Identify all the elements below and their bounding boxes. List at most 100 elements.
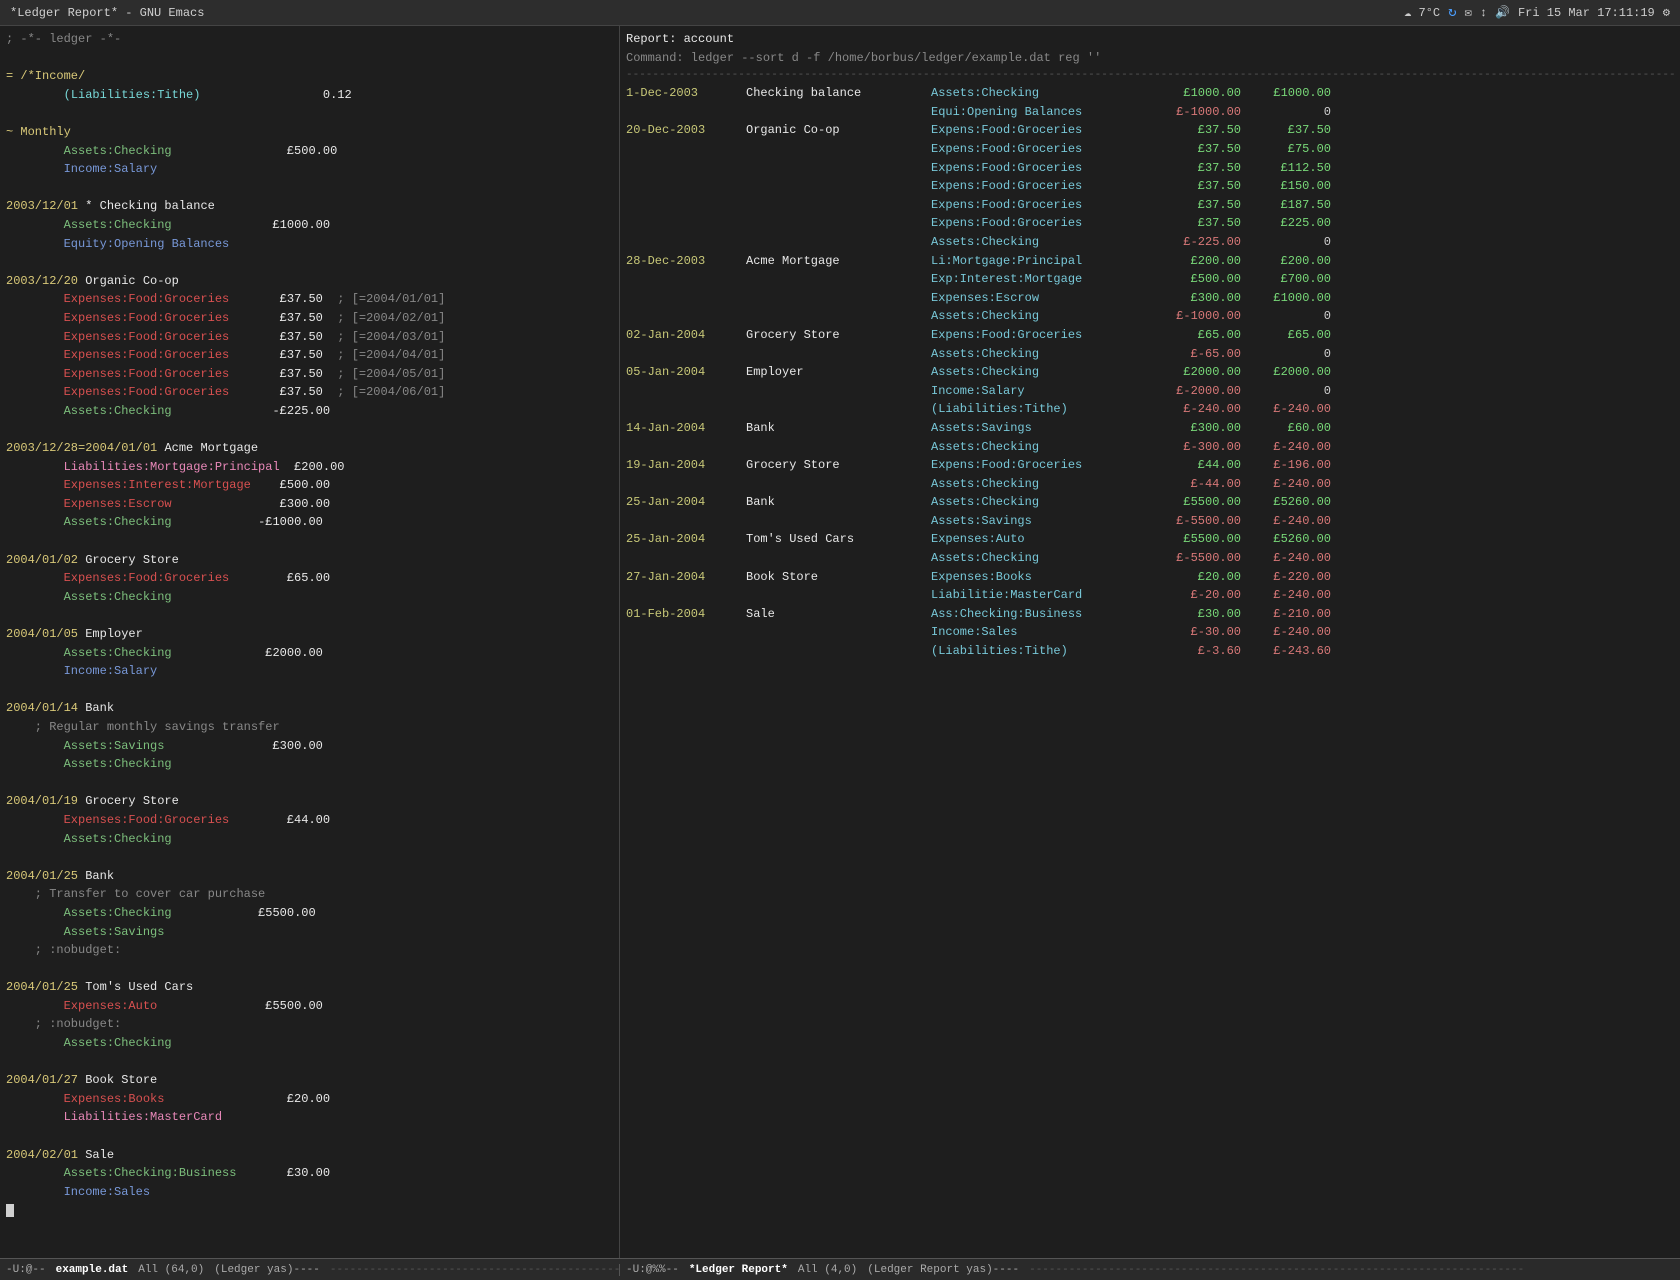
assets-checking-1000: Assets:Checking £1000.00 <box>6 216 613 235</box>
income-salary: Income:Salary <box>6 662 613 681</box>
report-payee <box>746 549 931 568</box>
report-account: Assets:Checking <box>931 363 1151 382</box>
report-total: £1000.00 <box>1241 289 1331 308</box>
report-amount: £-20.00 <box>1151 586 1241 605</box>
report-row: Assets:Savings£-5500.00£-240.00 <box>626 512 1674 531</box>
assets-savings-g: Assets:Savings <box>6 923 613 942</box>
cursor-line <box>6 1201 613 1220</box>
report-date <box>626 289 746 308</box>
report-account: Expens:Food:Groceries <box>931 326 1151 345</box>
network-icon: ↕ <box>1480 6 1487 20</box>
report-payee: Checking balance <box>746 84 931 103</box>
report-total: £150.00 <box>1241 177 1331 196</box>
groceries-3: Expenses:Food:Groceries £37.50 ; [=2004/… <box>6 328 613 347</box>
right-position: All (4,0) <box>798 1264 857 1276</box>
report-row: (Liabilities:Tithe)£-240.00£-240.00 <box>626 400 1674 419</box>
report-payee <box>746 214 931 233</box>
report-payee: Organic Co-op <box>746 121 931 140</box>
report-date <box>626 642 746 661</box>
report-payee <box>746 307 931 326</box>
report-total: £-210.00 <box>1241 605 1331 624</box>
report-date: 14-Jan-2004 <box>626 419 746 438</box>
tx-20040105: 2004/01/05 Employer <box>6 625 613 644</box>
report-row: Assets:Checking£-5500.00£-240.00 <box>626 549 1674 568</box>
tx-20040125b: 2004/01/25 Tom's Used Cars <box>6 978 613 997</box>
report-payee: Grocery Store <box>746 456 931 475</box>
report-row: Assets:Checking£-1000.000 <box>626 307 1674 326</box>
left-extra: (Ledger yas)---- <box>214 1264 320 1276</box>
report-amount: £-3.60 <box>1151 642 1241 661</box>
report-row: 20-Dec-2003Organic Co-opExpens:Food:Groc… <box>626 121 1674 140</box>
blank-line <box>6 774 613 793</box>
report-payee: Book Store <box>746 568 931 587</box>
nobudget-1: ; :nobudget: <box>6 941 613 960</box>
report-date <box>626 438 746 457</box>
assets-checking-g2: Assets:Checking <box>6 755 613 774</box>
report-date: 19-Jan-2004 <box>626 456 746 475</box>
report-date: 05-Jan-2004 <box>626 363 746 382</box>
main-content: ; -*- ledger -*- = /*Income/ (Liabilitie… <box>0 26 1680 1258</box>
groceries-4: Expenses:Food:Groceries £37.50 ; [=2004/… <box>6 346 613 365</box>
report-account: Expens:Food:Groceries <box>931 214 1151 233</box>
window-title: *Ledger Report* - GNU Emacs <box>10 6 204 20</box>
report-amount: £-225.00 <box>1151 233 1241 252</box>
report-account: Income:Salary <box>931 382 1151 401</box>
assets-savings-300: Assets:Savings £300.00 <box>6 737 613 756</box>
report-amount: £20.00 <box>1151 568 1241 587</box>
report-date <box>626 159 746 178</box>
report-amount: £1000.00 <box>1151 84 1241 103</box>
report-total: £-220.00 <box>1241 568 1331 587</box>
report-payee <box>746 512 931 531</box>
report-row: Expens:Food:Groceries£37.50£150.00 <box>626 177 1674 196</box>
report-payee <box>746 103 931 122</box>
tx-20040127: 2004/01/27 Book Store <box>6 1071 613 1090</box>
statusbar-left: -U:@-- example.dat All (64,0) (Ledger ya… <box>0 1264 620 1276</box>
report-account: Expenses:Auto <box>931 530 1151 549</box>
report-entries: 1-Dec-2003Checking balanceAssets:Checkin… <box>626 84 1674 660</box>
report-row: 05-Jan-2004EmployerAssets:Checking£2000.… <box>626 363 1674 382</box>
left-editor-pane[interactable]: ; -*- ledger -*- = /*Income/ (Liabilitie… <box>0 26 620 1258</box>
report-row: 14-Jan-2004BankAssets:Savings£300.00£60.… <box>626 419 1674 438</box>
report-date <box>626 103 746 122</box>
report-account: (Liabilities:Tithe) <box>931 400 1151 419</box>
report-payee: Sale <box>746 605 931 624</box>
report-payee <box>746 289 931 308</box>
report-amount: £-1000.00 <box>1151 103 1241 122</box>
report-total: £5260.00 <box>1241 493 1331 512</box>
income-sales: Income:Sales <box>6 1183 613 1202</box>
report-account: Expenses:Escrow <box>931 289 1151 308</box>
report-amount: £500.00 <box>1151 270 1241 289</box>
report-row: Expens:Food:Groceries£37.50£75.00 <box>626 140 1674 159</box>
datetime: Fri 15 Mar 17:11:19 <box>1518 6 1655 20</box>
report-account: Assets:Checking <box>931 475 1151 494</box>
report-total: £37.50 <box>1241 121 1331 140</box>
blank-line <box>6 681 613 700</box>
blank-line <box>6 49 613 68</box>
report-date: 01-Feb-2004 <box>626 605 746 624</box>
report-amount: £-5500.00 <box>1151 549 1241 568</box>
tx-20031228: 2003/12/28=2004/01/01 Acme Mortgage <box>6 439 613 458</box>
report-row: Assets:Checking£-44.00£-240.00 <box>626 475 1674 494</box>
report-total: £-240.00 <box>1241 400 1331 419</box>
settings-icon[interactable]: ⚙ <box>1663 5 1670 20</box>
report-amount: £5500.00 <box>1151 493 1241 512</box>
report-account: Expens:Food:Groceries <box>931 456 1151 475</box>
header-comment: ; -*- ledger -*- <box>6 30 613 49</box>
report-account: Expens:Food:Groceries <box>931 121 1151 140</box>
report-account: Ass:Checking:Business <box>931 605 1151 624</box>
report-amount: £2000.00 <box>1151 363 1241 382</box>
liabilities-mortgage: Liabilities:Mortgage:Principal £200.00 <box>6 458 613 477</box>
report-payee <box>746 642 931 661</box>
left-filename: example.dat <box>56 1264 129 1276</box>
report-payee <box>746 177 931 196</box>
report-date <box>626 549 746 568</box>
report-payee: Bank <box>746 493 931 512</box>
mail-icon: ✉ <box>1465 5 1472 20</box>
report-amount: £-1000.00 <box>1151 307 1241 326</box>
report-account: Assets:Checking <box>931 549 1151 568</box>
report-date: 27-Jan-2004 <box>626 568 746 587</box>
report-row: Liabilitie:MasterCard£-20.00£-240.00 <box>626 586 1674 605</box>
report-total: £65.00 <box>1241 326 1331 345</box>
groceries-6: Expenses:Food:Groceries £37.50 ; [=2004/… <box>6 383 613 402</box>
report-amount: £30.00 <box>1151 605 1241 624</box>
